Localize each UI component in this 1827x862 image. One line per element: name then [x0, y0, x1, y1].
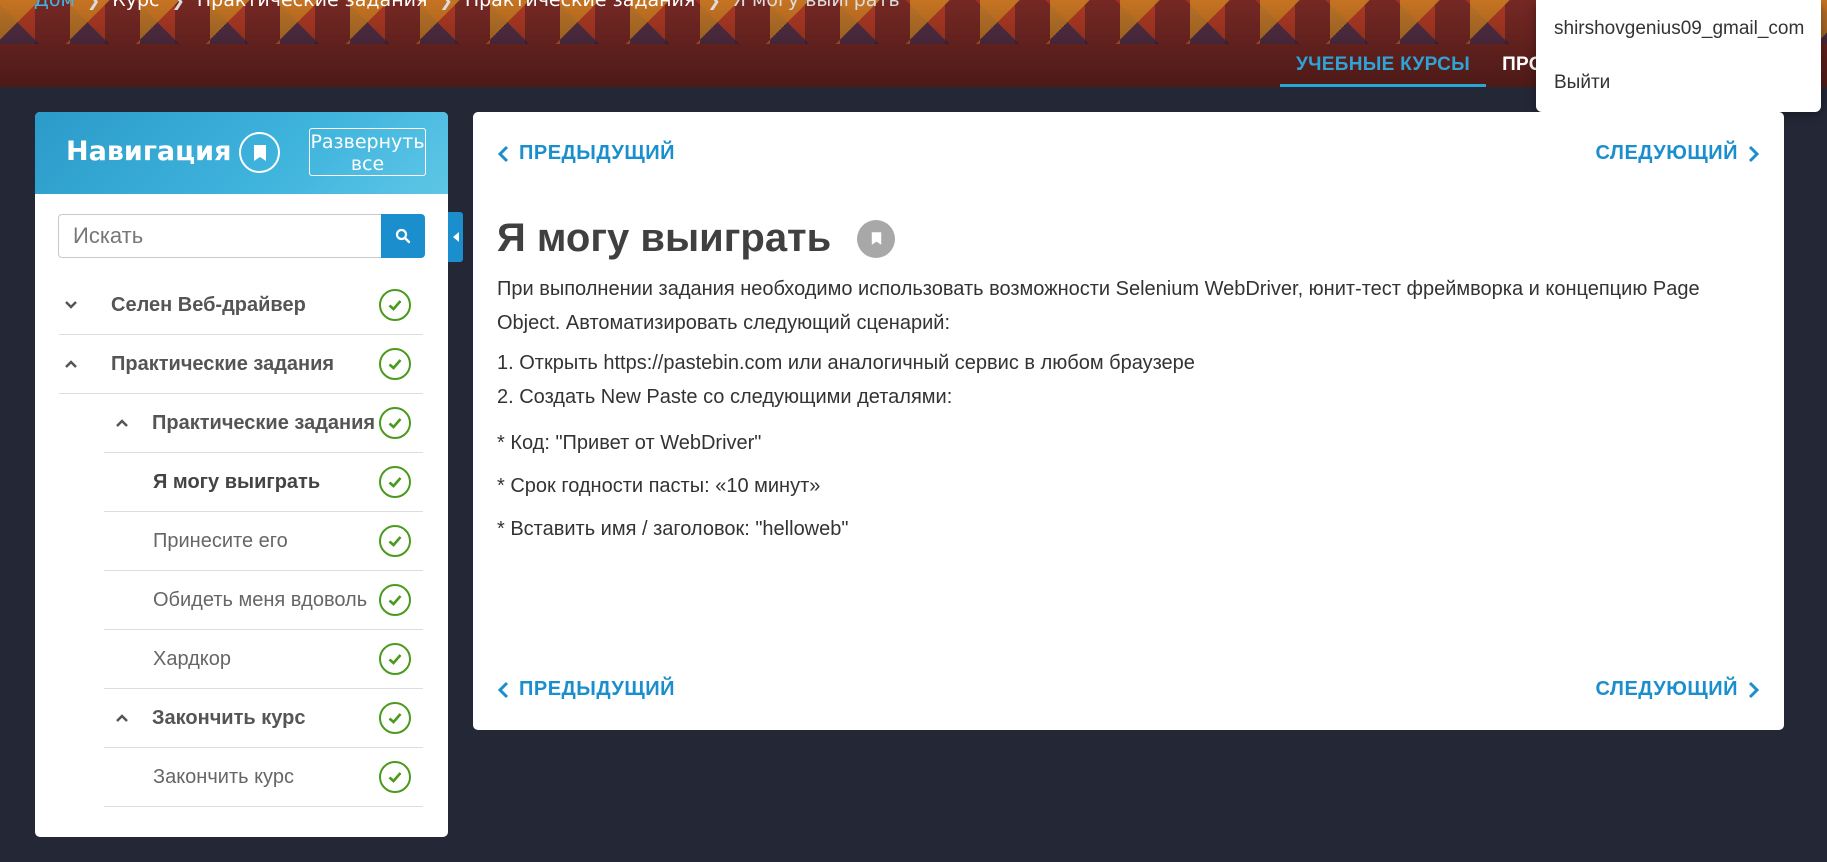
chevron-right-icon [1748, 681, 1760, 698]
bookmark-icon [871, 232, 881, 245]
sidebar-item-finish-course-sub[interactable]: Закончить курс [104, 748, 423, 807]
navigation-sidebar: Навигация Развернуть все Селен Веб-драйв… [35, 112, 448, 837]
user-dropdown-menu: shirshovgenius09_gmail_com Выйти [1536, 0, 1821, 112]
search-icon [395, 228, 411, 244]
chevron-right-icon [1748, 145, 1760, 162]
chevron-up-icon[interactable] [110, 713, 134, 723]
sidebar-item-bring-it[interactable]: Принесите его [104, 512, 423, 571]
chevron-up-icon[interactable] [59, 359, 83, 369]
check-circle-icon [379, 407, 411, 439]
breadcrumb-course[interactable]: Курс [112, 0, 159, 11]
top-navigation: УЧЕБНЫЕ КУРСЫ ПРО [1280, 50, 1560, 87]
breadcrumb-separator-icon: ❯ [171, 0, 185, 10]
page-title: Я могу выиграть [497, 216, 832, 260]
search-button[interactable] [381, 214, 425, 258]
check-circle-icon [379, 289, 411, 321]
sidebar-item-label: Принесите его [153, 529, 288, 552]
breadcrumb-separator-icon: ❯ [707, 0, 721, 10]
sidebar-header: Навигация Развернуть все [35, 112, 448, 194]
lesson-content: ПРЕДЫДУЩИЙ СЛЕДУЮЩИЙ Я могу выиграть При… [473, 112, 1784, 730]
prev-label: ПРЕДЫДУЩИЙ [519, 142, 675, 164]
collapse-sidebar-button[interactable] [448, 212, 463, 262]
sidebar-title: Навигация [66, 136, 232, 167]
title-row: Я могу выиграть [497, 216, 896, 261]
breadcrumb-practice[interactable]: Практические задания [197, 0, 428, 11]
logout-button[interactable]: Выйти [1554, 72, 1610, 94]
breadcrumb-separator-icon: ❯ [86, 0, 101, 10]
check-circle-icon [379, 643, 411, 675]
next-button-top[interactable]: СЛЕДУЮЩИЙ [1595, 142, 1760, 165]
sidebar-item-label: Закончить курс [153, 765, 294, 788]
tab-courses[interactable]: УЧЕБНЫЕ КУРСЫ [1280, 50, 1487, 87]
breadcrumb-practice-sub[interactable]: Практические задания [465, 0, 696, 11]
expand-all-button[interactable]: Развернуть все [309, 128, 426, 176]
next-button-bottom[interactable]: СЛЕДУЮЩИЙ [1595, 678, 1760, 701]
sidebar-item-hurt-me-plenty[interactable]: Обидеть меня вдоволь [104, 571, 423, 630]
chevron-up-icon[interactable] [110, 418, 134, 428]
bookmarks-button[interactable] [239, 132, 280, 173]
sidebar-item-label: Селен Веб-драйвер [111, 293, 306, 316]
detail-item: * Срок годности пасты: «10 минут» [497, 475, 821, 497]
check-circle-icon [379, 348, 411, 380]
sidebar-item-label: Я могу выиграть [153, 470, 321, 493]
sidebar-item-i-can-win[interactable]: Я могу выиграть [104, 453, 423, 512]
bookmark-page-button[interactable] [857, 219, 896, 258]
check-circle-icon [379, 761, 411, 793]
sidebar-item-hardcore[interactable]: Хардкор [104, 630, 423, 689]
task-intro: При выполнении задания необходимо исполь… [497, 278, 1700, 334]
sidebar-item-label: Практические задания [152, 411, 376, 434]
breadcrumb-separator-icon: ❯ [439, 0, 453, 10]
user-email[interactable]: shirshovgenius09_gmail_com [1554, 18, 1804, 40]
caret-left-icon [452, 232, 459, 242]
sidebar-item-practical-tasks[interactable]: Практические задания [59, 335, 423, 394]
prev-label: ПРЕДЫДУЩИЙ [519, 678, 675, 700]
breadcrumb-current: Я могу выиграть [732, 0, 900, 11]
next-label: СЛЕДУЮЩИЙ [1595, 678, 1738, 700]
sidebar-item-finish-course[interactable]: Закончить курс [104, 689, 423, 748]
sidebar-item-label: Закончить курс [152, 706, 306, 729]
check-circle-icon [379, 584, 411, 616]
step-item: 2. Создать New Paste со следующими детал… [497, 386, 953, 408]
chevron-left-icon [497, 681, 509, 698]
sidebar-item-label: Обидеть меня вдоволь [153, 588, 368, 611]
check-circle-icon [379, 525, 411, 557]
prev-button-top[interactable]: ПРЕДЫДУЩИЙ [497, 142, 675, 165]
chevron-down-icon[interactable] [59, 300, 83, 310]
prev-button-bottom[interactable]: ПРЕДЫДУЩИЙ [497, 678, 675, 701]
search-input[interactable] [58, 214, 381, 258]
check-circle-icon [379, 702, 411, 734]
sidebar-item-label: Практические задания [111, 352, 335, 375]
detail-item: * Вставить имя / заголовок: "helloweb" [497, 518, 849, 540]
step-item: 1. Открыть https://pastebin.com или анал… [497, 352, 1195, 374]
detail-item: * Код: "Привет от WebDriver" [497, 432, 762, 454]
chevron-left-icon [497, 145, 509, 162]
sidebar-item-label: Хардкор [153, 647, 232, 670]
bookmark-icon [253, 144, 266, 161]
sidebar-search [58, 214, 425, 258]
check-circle-icon [379, 466, 411, 498]
breadcrumb-home[interactable]: Дом [34, 0, 75, 11]
breadcrumb: Дом ❯ Курс ❯ Практические задания ❯ Прак… [34, 0, 900, 14]
sidebar-item-practical-tasks-sub[interactable]: Практические задания [104, 394, 423, 453]
next-label: СЛЕДУЮЩИЙ [1595, 142, 1738, 164]
sidebar-item-selenium-webdriver[interactable]: Селен Веб-драйвер [59, 276, 423, 335]
